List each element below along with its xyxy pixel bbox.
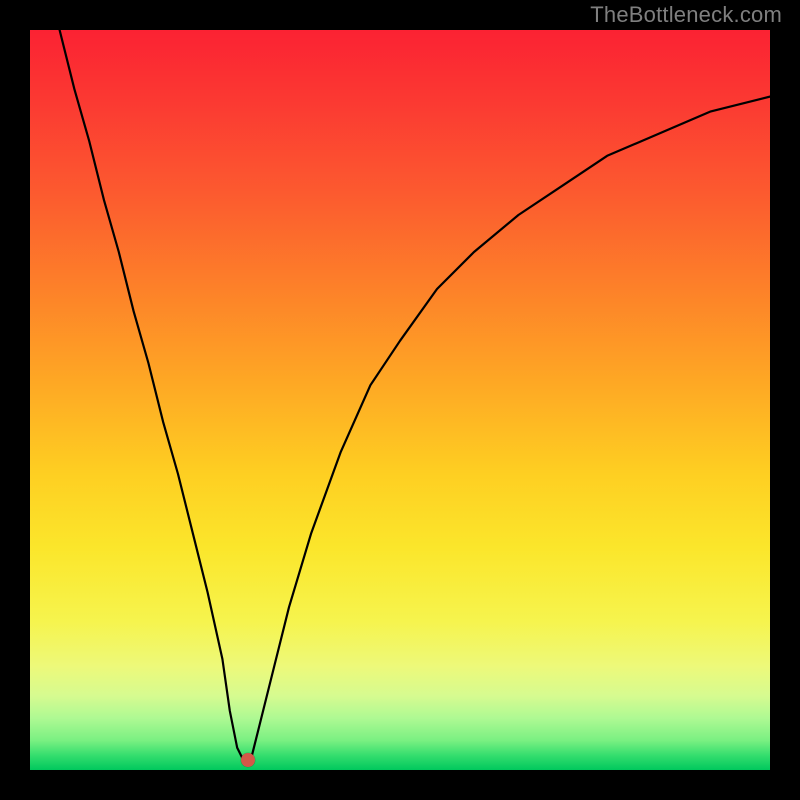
curve-line — [60, 30, 770, 763]
plot-area — [30, 30, 770, 770]
bottleneck-curve — [30, 30, 770, 770]
watermark-text: TheBottleneck.com — [590, 2, 782, 28]
optimal-point-marker — [241, 753, 255, 767]
chart-container: TheBottleneck.com — [0, 0, 800, 800]
